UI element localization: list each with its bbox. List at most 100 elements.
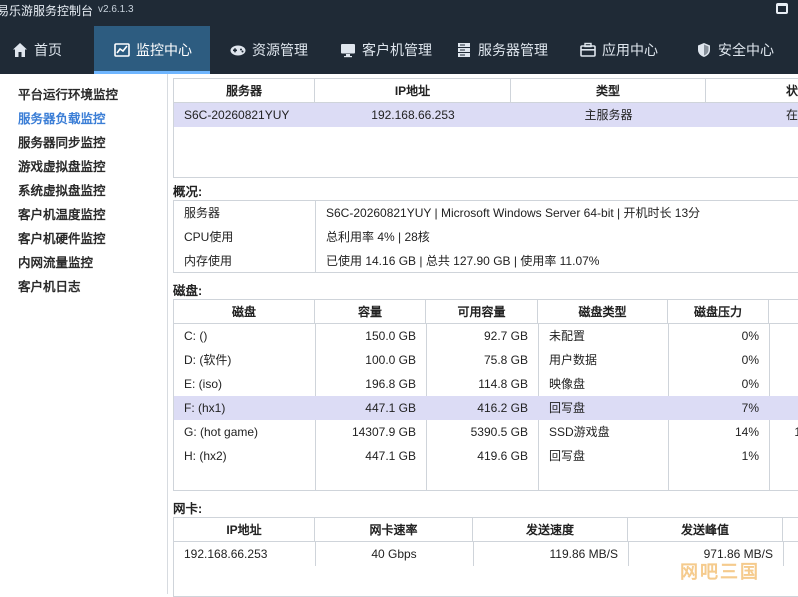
disk-extra-cell [769, 324, 798, 348]
disk-pressure-cell: 7% [741, 401, 759, 415]
overview-row: CPU使用 总利用率 4% | 28核 [174, 225, 798, 249]
sidebar-item-client-temp[interactable]: 客户机温度监控 [18, 204, 106, 224]
gamepad-icon [230, 45, 246, 56]
overview-key: 服务器 [184, 206, 221, 220]
column-header[interactable]: 发送峰值 [628, 518, 783, 542]
disk-pressure-cell: 0% [741, 353, 759, 367]
nic-table-header: IP地址 网卡速率 发送速度 发送峰值 [174, 518, 798, 542]
top-bar: 易乐游服务控制台 v2.6.1.3 首页 监控中心 资源管理 客户机管理 服务器… [0, 0, 798, 74]
nav-security-label: 安全中心 [718, 42, 774, 58]
disk-type-cell: 未配置 [549, 329, 586, 343]
monitor-icon [341, 44, 355, 58]
disk-free-cell: 114.8 GB [478, 377, 528, 391]
nav-home-label: 首页 [34, 42, 62, 58]
disk-free-cell: 419.6 GB [477, 449, 528, 463]
table-row[interactable]: F: (hx1) 447.1 GB 416.2 GB 回写盘 7% [174, 396, 798, 420]
disk-capacity-cell: 447.1 GB [365, 449, 416, 463]
table-row[interactable]: C: () 150.0 GB 92.7 GB 未配置 0% [174, 324, 798, 348]
column-header[interactable]: 类型 [511, 79, 706, 103]
home-icon [13, 43, 27, 57]
column-header[interactable] [769, 300, 798, 324]
overview-row: 服务器 S6C-20260821YUY | Microsoft Windows … [174, 201, 798, 225]
disk-type-cell: 用户数据 [549, 353, 598, 367]
nav-clients[interactable]: 客户机管理 [340, 26, 440, 74]
column-header[interactable]: 状 [706, 79, 798, 103]
column-header[interactable]: 发送速度 [473, 518, 628, 542]
server-table-header: 服务器 IP地址 类型 状 [174, 79, 798, 103]
nics-label: 网卡: [173, 502, 203, 516]
overview-key: CPU使用 [184, 230, 234, 244]
nic-ip-cell: 192.168.66.253 [184, 547, 268, 561]
disk-capacity-cell: 447.1 GB [365, 401, 416, 415]
column-header[interactable]: 容量 [315, 300, 426, 324]
nav-resources[interactable]: 资源管理 [230, 26, 320, 74]
server-name-cell: S6C-20260821YUY [184, 108, 290, 122]
table-row[interactable]: D: (软件) 100.0 GB 75.8 GB 用户数据 0% [174, 348, 798, 372]
disk-name-cell: F: (hx1) [184, 401, 226, 415]
disk-extra-cell [769, 348, 798, 372]
nav-servers-label: 服务器管理 [478, 42, 548, 58]
sidebar-item-platform[interactable]: 平台运行环境监控 [18, 84, 118, 104]
sidebar-item-game-vdisk[interactable]: 游戏虚拟盘监控 [18, 156, 106, 176]
disk-type-cell: 映像盘 [549, 377, 586, 391]
nav-servers[interactable]: 服务器管理 [456, 26, 560, 74]
server-ip-cell: 192.168.66.253 [371, 108, 455, 122]
disk-extra-cell: 1 [769, 420, 798, 444]
sidebar-item-server-sync[interactable]: 服务器同步监控 [18, 132, 106, 152]
overview-value: 总利用率 4% | 28核 [326, 230, 430, 244]
watermark-logo: 网吧三国 [680, 562, 760, 582]
nav-monitor[interactable]: 监控中心 [94, 26, 210, 74]
nic-send-speed-cell: 119.86 MB/S [549, 547, 618, 561]
nav-clients-label: 客户机管理 [362, 42, 432, 58]
column-header[interactable] [783, 518, 798, 542]
disk-name-cell: D: (软件) [184, 353, 232, 367]
column-header[interactable]: 可用容量 [426, 300, 538, 324]
disk-free-cell: 92.7 GB [483, 329, 528, 343]
disk-capacity-cell: 100.0 GB [365, 353, 416, 367]
column-header[interactable]: 网卡速率 [315, 518, 473, 542]
nav-apps[interactable]: 应用中心 [580, 26, 670, 74]
disk-pressure-cell: 14% [734, 425, 759, 439]
sidebar-item-system-vdisk[interactable]: 系统虚拟盘监控 [18, 180, 106, 200]
nav-resources-label: 资源管理 [252, 42, 308, 58]
sidebar-item-server-load[interactable]: 服务器负载监控 [18, 108, 106, 128]
column-header[interactable]: 磁盘压力 [668, 300, 769, 324]
table-row[interactable]: E: (iso) 196.8 GB 114.8 GB 映像盘 0% [174, 372, 798, 396]
nav-apps-label: 应用中心 [602, 42, 658, 58]
column-header[interactable]: 磁盘 [174, 300, 315, 324]
sidebar-item-client-log[interactable]: 客户机日志 [18, 276, 81, 296]
sidebar-item-client-hardware[interactable]: 客户机硬件监控 [18, 228, 106, 248]
table-row[interactable]: G: (hot game) 14307.9 GB 5390.5 GB SSD游戏盘 14… [174, 420, 798, 444]
disk-capacity-cell: 14307.9 GB [351, 425, 416, 439]
column-header[interactable]: 服务器 [174, 79, 315, 103]
disk-table: 磁盘 容量 可用容量 磁盘类型 磁盘压力 C: () 150.0 GB 92.7 G… [173, 299, 798, 491]
maximize-icon[interactable] [776, 3, 788, 14]
column-header[interactable]: IP地址 [174, 518, 315, 542]
disk-capacity-cell: 196.8 GB [365, 377, 416, 391]
nav-security[interactable]: 安全中心 [696, 26, 786, 74]
nav-monitor-label: 监控中心 [136, 42, 192, 58]
disk-free-cell: 5390.5 GB [470, 425, 528, 439]
overview-key: 内存使用 [184, 254, 233, 268]
sidebar-item-lan-traffic[interactable]: 内网流量监控 [18, 252, 93, 272]
overview-row: 内存使用 已使用 14.16 GB | 总共 127.90 GB | 使用率 1… [174, 249, 798, 272]
disk-type-cell: SSD游戏盘 [549, 425, 610, 439]
main-nav: 首页 监控中心 资源管理 客户机管理 服务器管理 应用中心 安全中心 [0, 26, 798, 74]
table-row[interactable]: H: (hx2) 447.1 GB 419.6 GB 回写盘 1% [174, 444, 798, 468]
table-row[interactable]: S6C-20260821YUY 192.168.66.253 主服务器 在 [174, 103, 798, 127]
nic-table: IP地址 网卡速率 发送速度 发送峰值 192.168.66.253 40 Gb… [173, 517, 798, 597]
disk-pressure-cell: 0% [741, 329, 759, 343]
nic-speed-cell: 40 Gbps [371, 547, 417, 561]
disk-capacity-cell: 150.0 GB [365, 329, 416, 343]
disk-pressure-cell: 0% [741, 377, 759, 391]
main-content: 服务器 IP地址 类型 状 S6C-20260821YUY 192.168.66… [173, 74, 798, 597]
nav-home[interactable]: 首页 [12, 26, 82, 74]
app-version: v2.6.1.3 [98, 4, 134, 15]
column-header[interactable]: 磁盘类型 [538, 300, 668, 324]
server-table: 服务器 IP地址 类型 状 S6C-20260821YUY 192.168.66… [173, 78, 798, 178]
chart-icon [114, 43, 130, 57]
disk-name-cell: H: (hx2) [184, 449, 227, 463]
server-type-cell: 主服务器 [584, 108, 633, 122]
column-header[interactable]: IP地址 [315, 79, 511, 103]
disk-type-cell: 回写盘 [549, 401, 586, 415]
